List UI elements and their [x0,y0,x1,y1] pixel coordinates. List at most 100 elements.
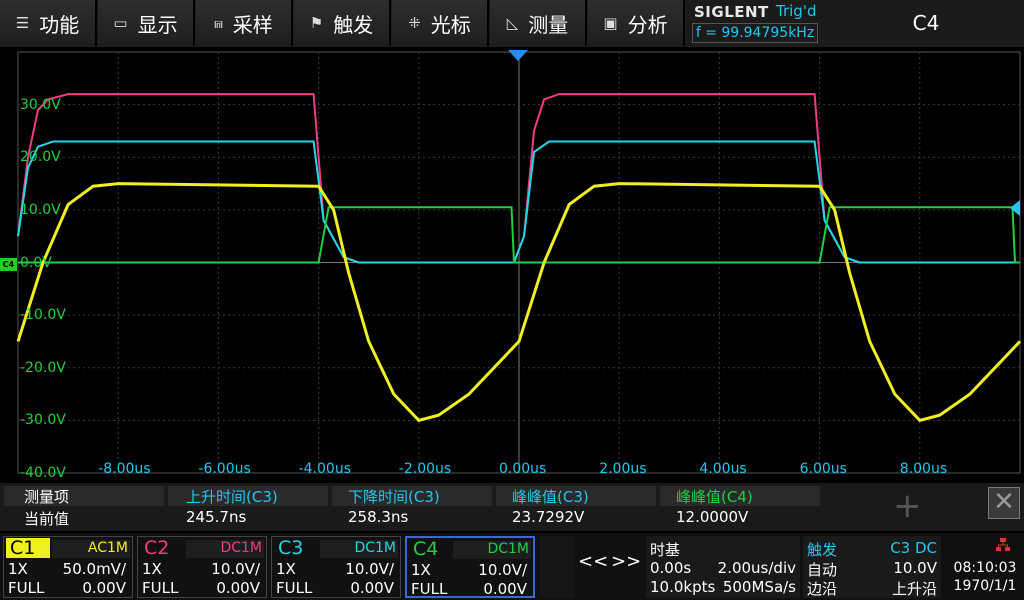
channel-name: C2 [144,537,170,559]
timebase-delay: 0.00s [650,559,692,577]
menu-cursors[interactable]: ⁜ 光标 [392,0,489,46]
clock-date: 1970/1/1 [953,578,1017,594]
menu-label: 显示 [137,12,178,37]
status-box: SIGLENT Trig'd f = 99.94795kHz [690,2,824,44]
menu-acquire[interactable]: ⩎ 采样 [196,0,293,46]
clock-box: 08:10:03 1970/1/1 [946,536,1024,598]
trigger-source: C3 DC [890,539,937,557]
measure-item-value: 12.0000V [676,508,749,526]
channel-probe: 1X [8,560,28,578]
waveform-grid [16,51,1022,474]
channel-scale: 10.0V/ [345,560,394,578]
x-tick-label: -6.00us [198,461,251,477]
timebase-title: 时基 [650,541,681,559]
channel-c3-box[interactable]: C3 DC1M 1X 10.0V/ FULL 0.00V [271,536,401,598]
measure-item-name[interactable]: 峰峰值(C4) [660,486,820,506]
channel-c1-box[interactable]: C1 AC1M 1X 50.0mV/ FULL 0.00V [3,536,133,598]
measure-icon: ◺ [506,14,519,32]
channel-name: C1 [6,538,50,558]
brand-logo: SIGLENT [694,3,769,21]
y-tick-label: -40.0V [20,465,66,481]
trigger-type: 边沿 [807,580,838,598]
channel-status-bar: C1 AC1M 1X 50.0mV/ FULL 0.00V C2 DC1M 1X… [0,533,1024,600]
timebase-rate: 500MSa/s [722,578,796,596]
x-tick-label: 4.00us [699,461,747,477]
close-icon[interactable]: ✕ [988,487,1020,519]
channel-bandwidth: FULL [142,579,179,597]
menu-display[interactable]: ▭ 显示 [98,0,195,46]
timebase-memory: 10.0kpts [650,578,716,596]
active-channel-button[interactable]: C4 [828,2,1024,44]
menu-label: 测量 [528,12,569,37]
channel-bandwidth: FULL [276,579,313,597]
waveform-display[interactable]: 30.0V 20.0V 10.0V 0.0V -10.0V -20.0V -30.0V -40… [0,47,1024,481]
menu-label: 采样 [232,12,273,37]
flag-icon: ⚑ [309,14,324,32]
trigger-position-marker[interactable] [508,50,528,61]
acquire-icon: ⩎ [214,14,223,32]
x-tick-label: -4.00us [298,461,351,477]
trigger-slope: 上升沿 [891,580,937,598]
clock-time: 08:10:03 [953,560,1017,576]
x-tick-label: 0.00us [499,461,547,477]
x-tick-label: 2.00us [599,461,647,477]
measurement-panel: 测量项 当前值 上升时间(C3) 245.7ns 下降时间(C3) 258.3n… [0,483,1024,531]
timebase-box[interactable]: 时基 0.00s 2.00us/div 10.0kpts 500MSa/s [646,536,800,598]
channel-coupling: DC1M [320,540,398,558]
channel-scale: 10.0V/ [211,560,260,578]
measure-header-label: 测量项 [4,486,164,506]
trigger-status: Trig'd [776,2,817,20]
cursor-icon: ⁜ [408,14,421,32]
menu-label: 分析 [627,12,668,37]
measure-item-name[interactable]: 下降时间(C3) [332,486,492,506]
trigger-mode: 自动 [807,561,838,579]
trigger-title: 触发 [807,541,838,559]
c4-ground-marker[interactable]: C4 [0,258,17,271]
menu-function[interactable]: ☰ 功能 [0,0,97,46]
channel-scale: 50.0mV/ [62,560,126,578]
channel-coupling: AC1M [52,540,130,558]
menu-label: 功能 [39,12,80,37]
menu-icon: ☰ [15,14,30,32]
y-tick-label: -30.0V [20,412,66,429]
analysis-icon: ▣ [603,14,618,32]
measure-item-value: 258.3ns [348,508,409,526]
channel-offset: 0.00V [483,580,527,598]
x-tick-label: 8.00us [899,461,948,477]
measure-row-label: 当前值 [24,510,70,528]
channel-c4-box[interactable]: C4 DC1M 1X 10.0V/ FULL 0.00V [405,536,535,598]
channel-offset: 0.00V [216,579,260,597]
y-tick-label: 10.0V [20,201,61,218]
menu-measure[interactable]: ◺ 测量 [490,0,587,46]
empty-slot [540,536,574,598]
trigger-level-marker[interactable] [1010,200,1020,216]
menu-trigger[interactable]: ⚑ 触发 [294,0,391,46]
y-tick-label: 0.0V [20,254,52,271]
channel-bandwidth: FULL [8,579,45,597]
scroll-left-button[interactable]: << [578,551,608,572]
measure-item-value: 23.7292V [512,508,585,526]
trigger-box[interactable]: 触发 C3 DC 自动 10.0V 边沿 上升沿 [803,536,941,598]
network-icon [996,538,1010,552]
menu-analysis[interactable]: ▣ 分析 [588,0,685,46]
timebase-scale: 2.00us/div [717,559,796,577]
channel-name: C4 [413,538,439,560]
x-tick-label: 6.00us [799,461,847,477]
add-measurement-icon[interactable]: + [893,489,922,523]
channel-probe: 1X [142,560,162,578]
measure-item-name[interactable]: 上升时间(C3) [168,486,328,506]
y-tick-label: -20.0V [20,359,66,376]
channel-probe: 1X [411,561,431,579]
display-icon: ▭ [113,14,128,32]
channel-name: C3 [278,537,304,559]
measure-item-name[interactable]: 峰峰值(C3) [496,486,656,506]
scroll-right-button[interactable]: >> [611,551,641,572]
y-tick-label: 20.0V [20,149,61,166]
menu-label: 光标 [430,12,471,37]
channel-coupling: DC1M [453,541,531,559]
frequency-readout: f = 99.94795kHz [692,23,818,43]
channel-c2-box[interactable]: C2 DC1M 1X 10.0V/ FULL 0.00V [137,536,267,598]
trigger-level: 10.0V [893,559,937,577]
channel-scale: 10.0V/ [478,561,527,579]
top-menu-bar: ☰ 功能 ▭ 显示 ⩎ 采样 ⚑ 触发 ⁜ 光标 ◺ 测量 ▣ 分析 SIGLENT Trig… [0,0,1024,47]
